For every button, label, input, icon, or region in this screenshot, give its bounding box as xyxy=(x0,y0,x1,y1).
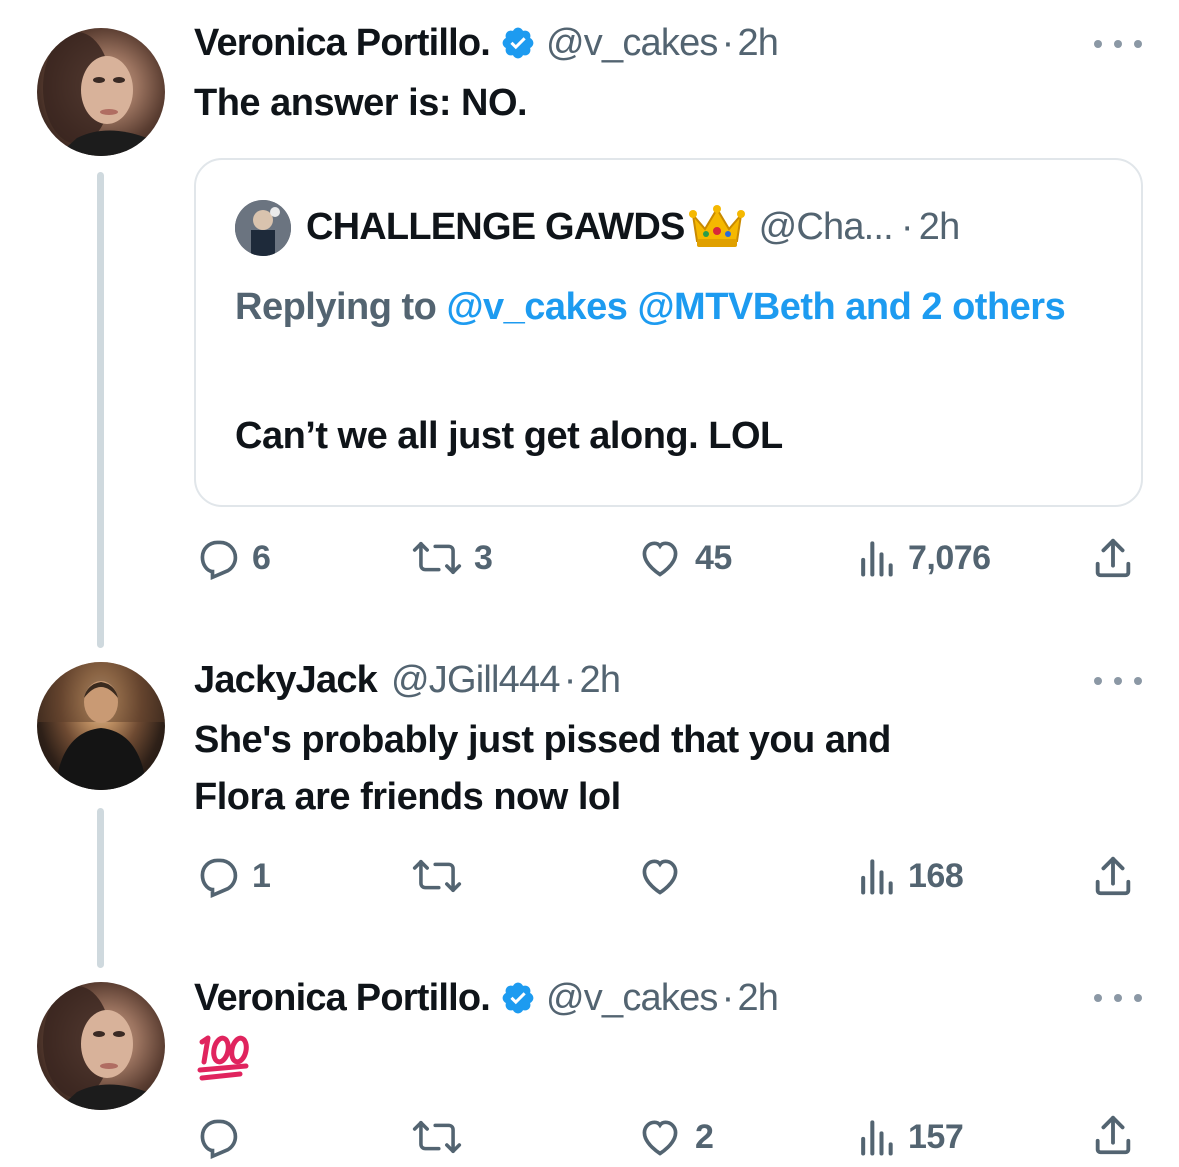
quoted-separator: · xyxy=(900,205,914,248)
retweet-button[interactable] xyxy=(412,1114,474,1160)
share-button[interactable] xyxy=(1090,853,1136,899)
separator-dot: · xyxy=(563,658,577,701)
verified-badge-icon xyxy=(500,980,536,1016)
display-name[interactable]: Veronica Portillo. xyxy=(194,22,491,65)
tweet-text: The answer is: NO. xyxy=(194,82,528,124)
separator-dot: · xyxy=(721,21,735,64)
heart-icon xyxy=(637,1115,683,1159)
user-handle[interactable]: @v_cakes xyxy=(546,22,718,65)
views-button[interactable]: 157 xyxy=(856,1114,964,1160)
separator-dot: · xyxy=(721,976,735,1019)
retweet-icon xyxy=(412,536,462,580)
replying-to-mentions[interactable]: @v_cakes @MTVBeth and 2 others xyxy=(446,286,1065,328)
reply-button[interactable]: 6 xyxy=(196,535,271,581)
verified-badge-icon xyxy=(500,25,536,61)
like-button[interactable] xyxy=(637,853,695,899)
thread-line-1 xyxy=(97,172,104,648)
like-button[interactable]: 2 xyxy=(637,1114,714,1160)
tweet-header: Veronica Portillo. @v_cakes · 2h xyxy=(194,20,779,66)
view-count: 157 xyxy=(908,1117,964,1156)
view-count: 7,076 xyxy=(908,538,991,577)
tweet-header: JackyJack @JGill444 · 2h xyxy=(194,657,621,703)
reply-count: 6 xyxy=(252,538,271,577)
quoted-handle: @Cha... xyxy=(758,205,894,248)
views-button[interactable]: 168 xyxy=(856,853,964,899)
reply-button[interactable]: 1 xyxy=(196,853,271,899)
quoted-header: CHALLENGE GAWDS @Cha... · 2h xyxy=(306,202,960,252)
tweet-text-line-2: Flora are friends now lol xyxy=(194,776,621,818)
like-count: 2 xyxy=(695,1117,714,1156)
timestamp[interactable]: 2h xyxy=(737,22,778,65)
retweet-icon xyxy=(412,1115,462,1159)
avatar[interactable] xyxy=(37,662,165,790)
thread-line-2 xyxy=(97,808,104,968)
quoted-tweet-text: Can’t we all just get along. LOL xyxy=(235,415,783,457)
share-button[interactable] xyxy=(1090,535,1136,581)
user-handle[interactable]: @JGill444 xyxy=(391,659,560,702)
user-handle[interactable]: @v_cakes xyxy=(546,977,718,1020)
avatar[interactable] xyxy=(37,28,165,156)
analytics-icon xyxy=(856,1115,896,1159)
reply-count: 1 xyxy=(252,856,271,895)
quoted-timestamp: 2h xyxy=(918,205,960,248)
view-count: 168 xyxy=(908,856,964,895)
like-button[interactable]: 45 xyxy=(637,535,732,581)
quoted-tweet-card[interactable]: CHALLENGE GAWDS @Cha... · 2h Replying to… xyxy=(194,158,1143,507)
retweet-icon xyxy=(412,854,462,898)
retweet-button[interactable] xyxy=(412,853,474,899)
heart-icon xyxy=(637,854,683,898)
display-name[interactable]: Veronica Portillo. xyxy=(194,977,491,1020)
analytics-icon xyxy=(856,854,896,898)
quoted-avatar xyxy=(235,200,291,256)
replying-to: Replying to @v_cakes @MTVBeth and 2 othe… xyxy=(235,276,1115,338)
views-button[interactable]: 7,076 xyxy=(856,535,991,581)
share-icon xyxy=(1090,1112,1136,1158)
hundred-points-emoji-icon xyxy=(196,1032,252,1087)
timestamp[interactable]: 2h xyxy=(737,977,778,1020)
display-name[interactable]: JackyJack xyxy=(194,659,378,702)
reply-icon xyxy=(196,1115,240,1159)
timestamp[interactable]: 2h xyxy=(580,659,621,702)
more-options-icon[interactable] xyxy=(1094,671,1142,691)
share-icon xyxy=(1090,535,1136,581)
more-options-icon[interactable] xyxy=(1094,34,1142,54)
share-icon xyxy=(1090,853,1136,899)
reply-icon xyxy=(196,536,240,580)
avatar-photo xyxy=(43,32,165,156)
analytics-icon xyxy=(856,536,896,580)
share-button[interactable] xyxy=(1090,1112,1136,1158)
avatar-photo xyxy=(37,662,165,790)
heart-icon xyxy=(637,536,683,580)
avatar[interactable] xyxy=(37,982,165,1110)
quoted-display-name: CHALLENGE GAWDS xyxy=(306,205,685,248)
replying-to-prefix: Replying to xyxy=(235,286,447,328)
retweet-count: 3 xyxy=(474,538,493,577)
more-options-icon[interactable] xyxy=(1094,988,1142,1008)
retweet-button[interactable]: 3 xyxy=(412,535,493,581)
like-count: 45 xyxy=(695,538,732,577)
tweet-header: Veronica Portillo. @v_cakes · 2h xyxy=(194,975,779,1021)
avatar-photo xyxy=(43,986,165,1110)
reply-icon xyxy=(196,854,240,898)
tweet-text-line-1: She's probably just pissed that you and xyxy=(194,719,891,761)
reply-button[interactable] xyxy=(196,1114,252,1160)
crown-emoji-icon xyxy=(688,205,745,249)
